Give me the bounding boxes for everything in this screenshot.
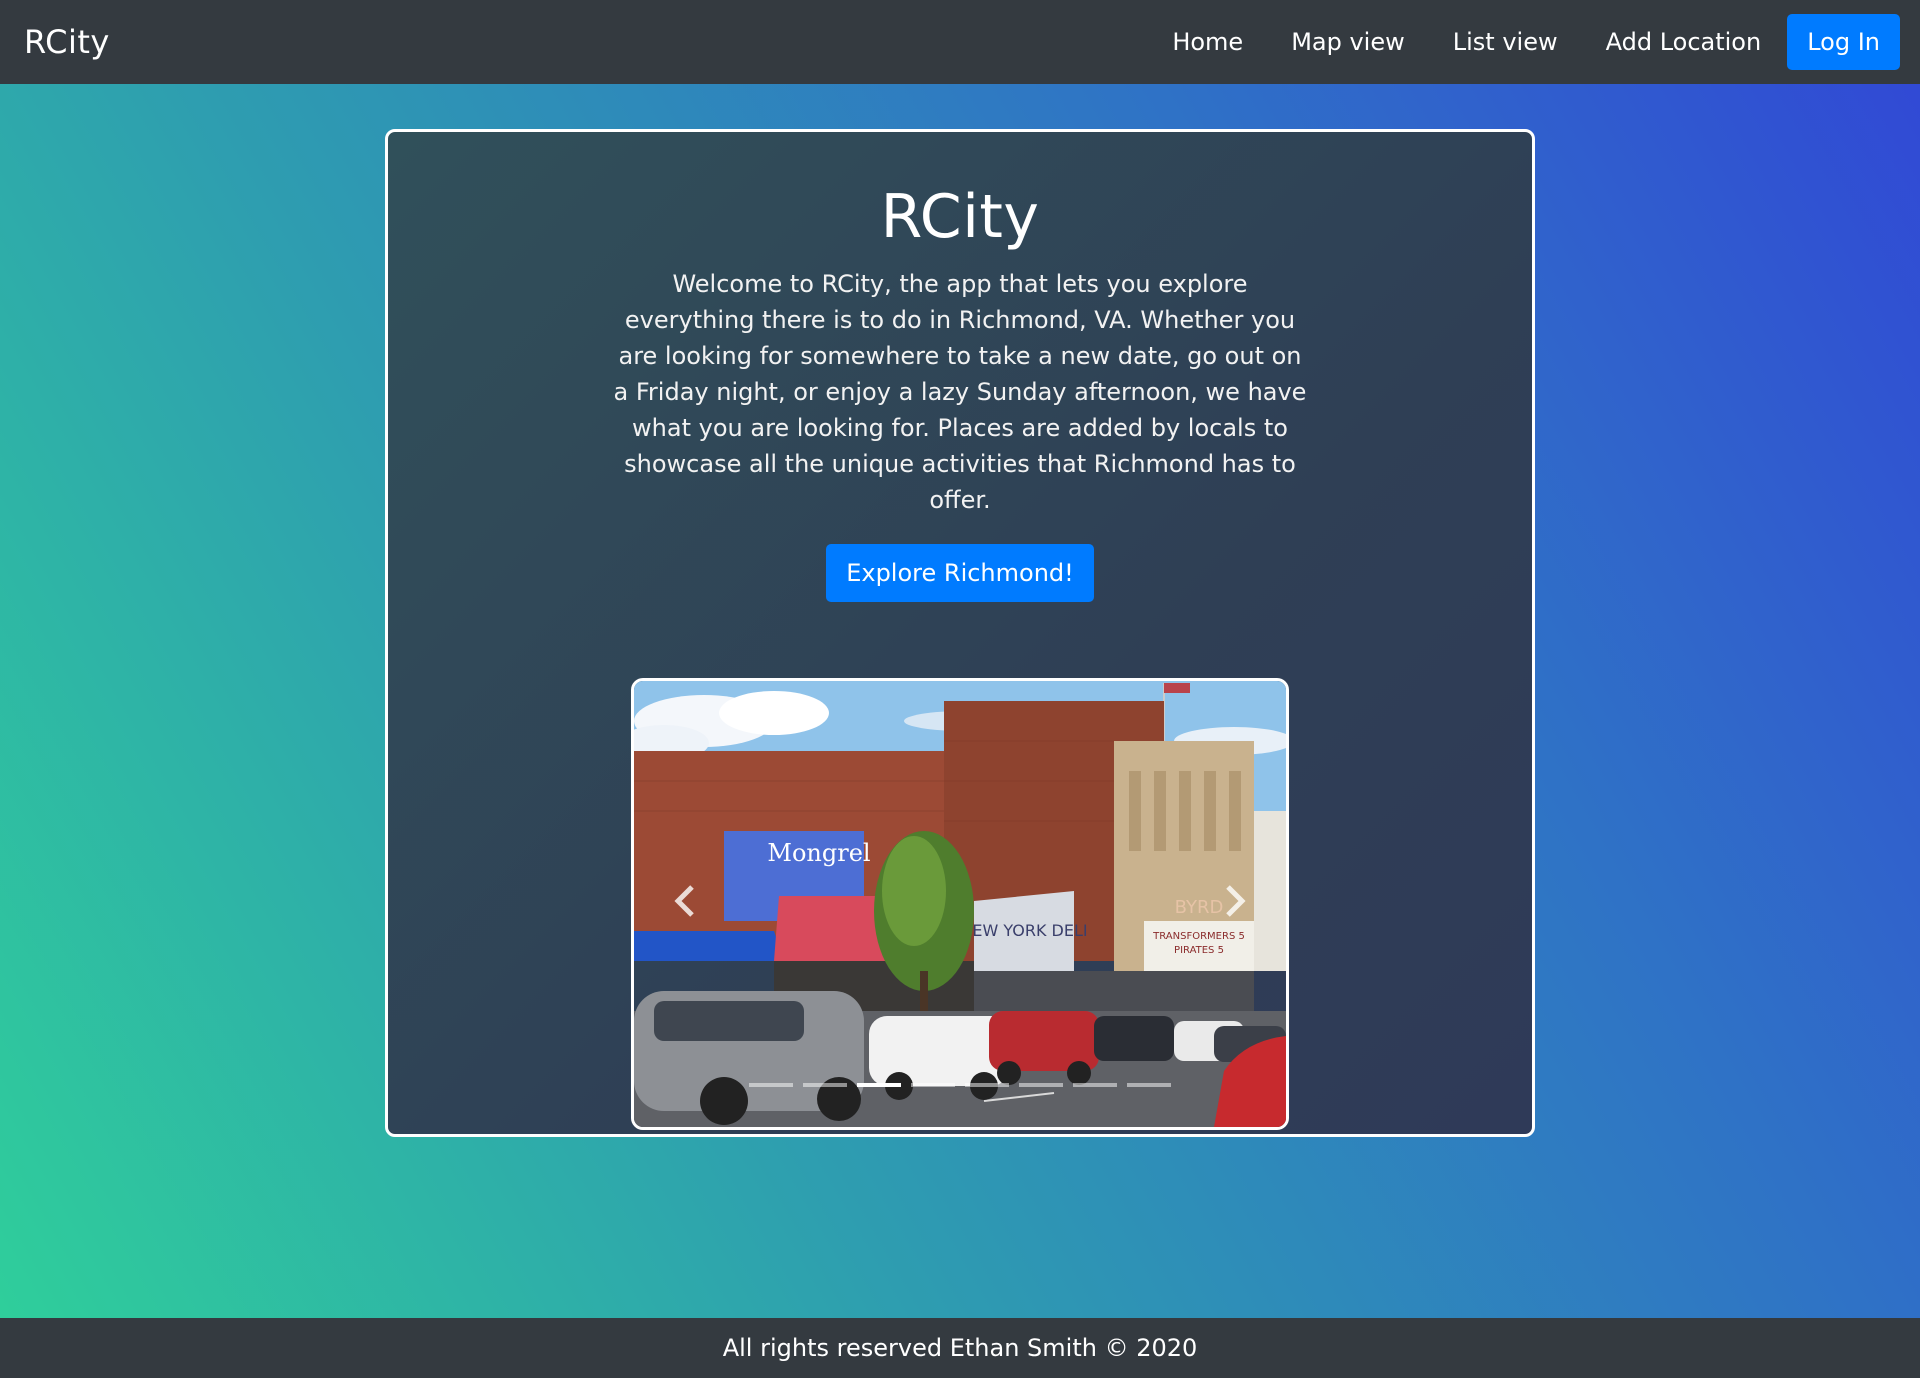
carousel-indicator[interactable]	[857, 1083, 901, 1087]
nav-links: Home Map view List view Add Location Log…	[1124, 14, 1900, 70]
carousel-indicator[interactable]	[803, 1083, 847, 1087]
carousel-indicator[interactable]	[1073, 1083, 1117, 1087]
carousel-indicator[interactable]	[1127, 1083, 1171, 1087]
svg-text:PIRATES 5: PIRATES 5	[1174, 945, 1224, 956]
carousel-indicators	[634, 1083, 1286, 1087]
chevron-left-icon	[674, 885, 694, 917]
hero-panel: RCity Welcome to RCity, the app that let…	[385, 129, 1535, 1137]
login-button[interactable]: Log In	[1787, 14, 1900, 70]
footer-text: All rights reserved Ethan Smith © 2020	[722, 1334, 1198, 1362]
intro-text: Welcome to RCity, the app that lets you …	[613, 270, 1307, 514]
carousel-indicator[interactable]	[965, 1083, 1009, 1087]
navbar: RCity Home Map view List view Add Locati…	[0, 0, 1920, 84]
image-carousel: Mongrel NEW YORK DELI TRANSFORMERS 5 PIR…	[631, 678, 1289, 1130]
carousel-photo: Mongrel NEW YORK DELI TRANSFORMERS 5 PIR…	[634, 681, 1286, 1127]
svg-text:Mongrel: Mongrel	[767, 839, 870, 867]
svg-text:NEW YORK DELI: NEW YORK DELI	[960, 921, 1087, 940]
chevron-right-icon	[1226, 885, 1246, 917]
nav-map-view[interactable]: Map view	[1291, 28, 1405, 56]
carousel-indicator[interactable]	[911, 1083, 955, 1087]
nav-add-location[interactable]: Add Location	[1606, 28, 1762, 56]
carousel-next-button[interactable]	[1210, 871, 1260, 931]
page-title: RCity	[880, 182, 1040, 252]
nav-home[interactable]: Home	[1172, 28, 1243, 56]
svg-text:TRANSFORMERS 5: TRANSFORMERS 5	[1152, 931, 1245, 942]
footer: All rights reserved Ethan Smith © 2020	[0, 1318, 1920, 1378]
nav-list-view[interactable]: List view	[1453, 28, 1558, 56]
carousel-indicator[interactable]	[749, 1083, 793, 1087]
carousel-prev-button[interactable]	[660, 871, 710, 931]
carousel-indicator[interactable]	[1019, 1083, 1063, 1087]
explore-button[interactable]: Explore Richmond!	[826, 544, 1094, 602]
brand-logo[interactable]: RCity	[24, 23, 110, 61]
